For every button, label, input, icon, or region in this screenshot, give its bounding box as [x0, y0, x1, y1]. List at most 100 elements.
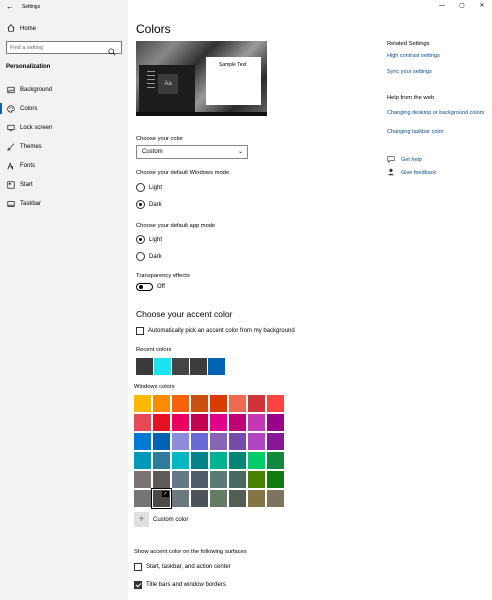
checkbox-box[interactable]	[134, 563, 142, 571]
preview-window: Sample Text	[206, 57, 261, 105]
windows-color-swatch[interactable]	[172, 433, 189, 450]
windows-color-swatch[interactable]	[229, 452, 246, 469]
sidebar-item-themes[interactable]: Themes	[0, 137, 128, 156]
sidebar-item-taskbar[interactable]: Taskbar	[0, 194, 128, 213]
windows-color-swatch[interactable]	[191, 395, 208, 412]
windows-color-swatch[interactable]	[172, 452, 189, 469]
windows-color-swatch[interactable]	[172, 414, 189, 431]
windows-color-swatch[interactable]	[210, 433, 227, 450]
windows-color-swatch[interactable]	[229, 414, 246, 431]
preview-line	[147, 71, 155, 72]
windows-color-swatch[interactable]	[248, 395, 265, 412]
recent-colors	[136, 358, 225, 375]
recent-color-swatch[interactable]	[154, 358, 171, 375]
windows-color-swatch[interactable]	[210, 414, 227, 431]
windows-color-swatch[interactable]	[248, 471, 265, 488]
get-help-label: Get help	[401, 157, 422, 163]
radio-circle	[136, 183, 145, 192]
chevron-down-icon: ⌄	[237, 149, 243, 155]
sidebar-item-label: Taskbar	[20, 200, 42, 207]
windows-color-swatch[interactable]	[191, 414, 208, 431]
choose-color-dropdown[interactable]: Custom ⌄	[136, 145, 248, 159]
search-input[interactable]	[10, 43, 106, 53]
surface-title-bars-checkbox[interactable]: Title bars and window borders	[134, 581, 226, 589]
windows-color-swatch[interactable]	[210, 452, 227, 469]
windows-color-swatch[interactable]: ✓	[151, 488, 172, 509]
home-label: Home	[20, 26, 37, 32]
windows-color-swatch[interactable]	[210, 490, 227, 507]
windows-color-swatch[interactable]	[134, 414, 151, 431]
windows-color-swatch[interactable]	[267, 490, 284, 507]
radio-label: Light	[149, 236, 163, 243]
windows-color-swatch[interactable]	[153, 414, 170, 431]
windows-color-swatch[interactable]	[134, 433, 151, 450]
recent-color-swatch[interactable]	[208, 358, 225, 375]
windows-color-swatch[interactable]	[267, 395, 284, 412]
windows-color-swatch[interactable]	[134, 471, 151, 488]
windows-color-swatch[interactable]	[267, 414, 284, 431]
search-icon[interactable]	[108, 43, 118, 56]
recent-color-swatch[interactable]	[190, 358, 207, 375]
checkbox-box[interactable]	[136, 327, 144, 335]
search-box[interactable]	[6, 41, 122, 56]
app-mode-label: Choose your default app mode	[136, 223, 216, 229]
windows-color-swatch[interactable]	[191, 452, 208, 469]
recent-color-swatch[interactable]	[136, 358, 153, 375]
sidebar-item-lock-screen[interactable]: Lock screen	[0, 118, 128, 137]
windows-color-swatch[interactable]	[134, 395, 151, 412]
windows-color-swatch[interactable]	[229, 471, 246, 488]
sidebar-item-fonts[interactable]: Fonts	[0, 156, 128, 175]
sidebar-item-background[interactable]: Background	[0, 80, 128, 99]
transparency-toggle[interactable]: Off	[136, 283, 165, 291]
windows-color-swatch[interactable]	[210, 471, 227, 488]
give-feedback-link[interactable]: Give feedback	[387, 168, 436, 178]
windows-color-swatch[interactable]	[153, 471, 170, 488]
taskbar-color-link[interactable]: Changing taskbar color	[387, 128, 487, 136]
windows-color-swatch[interactable]	[153, 395, 170, 412]
windows-color-swatch[interactable]	[267, 452, 284, 469]
windows-color-swatch[interactable]	[191, 490, 208, 507]
get-help-link[interactable]: Get help	[387, 155, 422, 165]
windows-color-swatch[interactable]	[191, 433, 208, 450]
windows-color-swatch[interactable]	[267, 433, 284, 450]
windows-color-swatch[interactable]	[248, 414, 265, 431]
taskbar-icon	[6, 199, 16, 209]
sync-settings-link[interactable]: Sync your settings	[387, 68, 487, 76]
checkbox-box[interactable]	[134, 581, 142, 589]
windows-color-swatch[interactable]	[134, 452, 151, 469]
app-mode-dark-radio[interactable]: Dark	[136, 252, 162, 261]
sidebar-item-label: Start	[20, 181, 33, 188]
high-contrast-link[interactable]: High contrast settings	[387, 52, 487, 60]
auto-pick-accent-checkbox[interactable]: Automatically pick an accent color from …	[136, 327, 295, 335]
feedback-icon	[387, 168, 396, 178]
brush-icon	[6, 142, 16, 152]
toggle-switch[interactable]	[136, 283, 153, 291]
desktop-background-colors-link[interactable]: Changing desktop or background colors	[387, 109, 487, 117]
windows-color-swatch[interactable]	[248, 452, 265, 469]
windows-color-swatch[interactable]	[172, 395, 189, 412]
windows-mode-light-radio[interactable]: Light	[136, 183, 162, 192]
sidebar-item-start[interactable]: Start	[0, 175, 128, 194]
home-nav-item[interactable]: Home	[6, 23, 36, 35]
windows-color-swatch[interactable]	[134, 490, 151, 507]
app-mode-light-radio[interactable]: Light	[136, 235, 162, 244]
recent-color-swatch[interactable]	[172, 358, 189, 375]
back-arrow-icon[interactable]: ←	[5, 2, 15, 12]
preview-line	[147, 87, 155, 88]
windows-color-swatch[interactable]	[248, 490, 265, 507]
windows-color-swatch[interactable]	[191, 471, 208, 488]
windows-color-swatch[interactable]	[248, 433, 265, 450]
windows-color-swatch[interactable]	[210, 395, 227, 412]
windows-color-swatch[interactable]	[153, 452, 170, 469]
windows-color-swatch[interactable]	[229, 433, 246, 450]
windows-color-swatch[interactable]	[153, 433, 170, 450]
windows-color-swatch[interactable]	[229, 395, 246, 412]
windows-color-swatch[interactable]	[172, 490, 189, 507]
sidebar-item-colors[interactable]: Colors	[0, 99, 128, 118]
windows-color-swatch[interactable]	[229, 490, 246, 507]
surface-start-taskbar-checkbox[interactable]: Start, taskbar, and action center	[134, 563, 231, 571]
windows-mode-dark-radio[interactable]: Dark	[136, 200, 162, 209]
custom-color-button[interactable]: + Custom color	[134, 512, 188, 527]
windows-color-swatch[interactable]	[172, 471, 189, 488]
windows-color-swatch[interactable]	[267, 471, 284, 488]
